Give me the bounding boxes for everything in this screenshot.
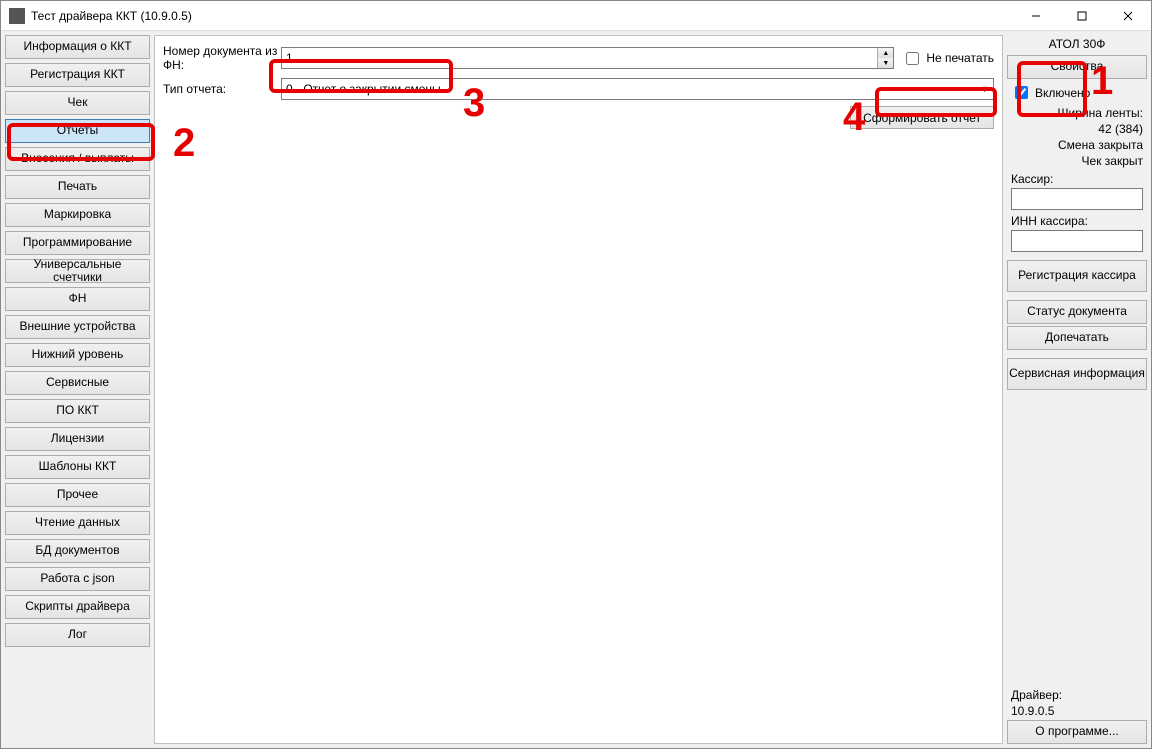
tape-width-label: Ширина ленты: bbox=[1007, 106, 1147, 120]
spin-buttons: ▲ ▼ bbox=[877, 48, 893, 68]
no-print-checkbox[interactable] bbox=[906, 52, 919, 65]
shift-status: Смена закрыта bbox=[1007, 138, 1147, 152]
report-type-value: 0 - Отчет о закрытии смены bbox=[286, 82, 441, 96]
doc-number-label: Номер документа из ФН: bbox=[163, 44, 281, 72]
sidebar-item-13[interactable]: ПО ККТ bbox=[5, 399, 150, 423]
sidebar-item-4[interactable]: Внесения / выплаты bbox=[5, 147, 150, 171]
device-name: АТОЛ 30Ф bbox=[1007, 35, 1147, 53]
reprint-button[interactable]: Допечатать bbox=[1007, 326, 1147, 350]
inn-label: ИНН кассира: bbox=[1007, 212, 1147, 228]
minimize-button[interactable] bbox=[1013, 1, 1059, 31]
driver-label: Драйвер: bbox=[1007, 688, 1147, 702]
sidebar-item-17[interactable]: Чтение данных bbox=[5, 511, 150, 535]
app-window: Тест драйвера ККТ (10.9.0.5) Информация … bbox=[0, 0, 1152, 749]
sidebar-item-16[interactable]: Прочее bbox=[5, 483, 150, 507]
sidebar-item-2[interactable]: Чек bbox=[5, 91, 150, 115]
doc-number-field[interactable]: ▲ ▼ bbox=[281, 47, 894, 69]
titlebar: Тест драйвера ККТ (10.9.0.5) bbox=[1, 1, 1151, 31]
service-info-button[interactable]: Сервисная информация bbox=[1007, 358, 1147, 390]
spin-down-button[interactable]: ▼ bbox=[878, 58, 893, 68]
sidebar-item-6[interactable]: Маркировка bbox=[5, 203, 150, 227]
about-button[interactable]: О программе... bbox=[1007, 720, 1147, 744]
driver-version: 10.9.0.5 bbox=[1007, 704, 1147, 718]
sidebar-item-19[interactable]: Работа с json bbox=[5, 567, 150, 591]
properties-button[interactable]: Свойства bbox=[1007, 55, 1147, 79]
sidebar-item-1[interactable]: Регистрация ККТ bbox=[5, 63, 150, 87]
main-panel: Номер документа из ФН: ▲ ▼ Не печатать Т… bbox=[154, 35, 1003, 744]
report-type-dropdown[interactable]: 0 - Отчет о закрытии смены ▼ bbox=[281, 78, 994, 100]
client-area: Информация о ККТ Регистрация ККТ Чек Отчеты… bbox=[1, 31, 1151, 748]
no-print-checkbox-row[interactable]: Не печатать bbox=[902, 49, 994, 68]
doc-status-button[interactable]: Статус документа bbox=[1007, 300, 1147, 324]
sidebar-item-21[interactable]: Лог bbox=[5, 623, 150, 647]
sidebar-item-3[interactable]: Отчеты bbox=[5, 119, 150, 143]
sidebar: Информация о ККТ Регистрация ККТ Чек Отчеты… bbox=[5, 35, 150, 744]
spin-up-button[interactable]: ▲ bbox=[878, 48, 893, 58]
sidebar-item-7[interactable]: Программирование bbox=[5, 231, 150, 255]
window-buttons bbox=[1013, 1, 1151, 31]
inn-input[interactable] bbox=[1011, 230, 1143, 252]
tape-width-value: 42 (384) bbox=[1007, 122, 1147, 136]
enabled-label: Включено bbox=[1035, 86, 1090, 100]
enabled-checkbox[interactable] bbox=[1015, 86, 1028, 99]
sidebar-item-14[interactable]: Лицензии bbox=[5, 427, 150, 451]
chevron-down-icon: ▼ bbox=[980, 84, 989, 94]
sidebar-item-20[interactable]: Скрипты драйвера bbox=[5, 595, 150, 619]
app-icon bbox=[9, 8, 25, 24]
sidebar-item-0[interactable]: Информация о ККТ bbox=[5, 35, 150, 59]
cheque-status: Чек закрыт bbox=[1007, 154, 1147, 168]
no-print-label: Не печатать bbox=[926, 51, 994, 65]
cashier-input[interactable] bbox=[1011, 188, 1143, 210]
sidebar-item-5[interactable]: Печать bbox=[5, 175, 150, 199]
sidebar-item-12[interactable]: Сервисные bbox=[5, 371, 150, 395]
close-button[interactable] bbox=[1105, 1, 1151, 31]
maximize-button[interactable] bbox=[1059, 1, 1105, 31]
sidebar-item-9[interactable]: ФН bbox=[5, 287, 150, 311]
sidebar-item-18[interactable]: БД документов bbox=[5, 539, 150, 563]
enabled-checkbox-row[interactable]: Включено bbox=[1007, 81, 1147, 104]
window-title: Тест драйвера ККТ (10.9.0.5) bbox=[31, 9, 1013, 23]
register-cashier-button[interactable]: Регистрация кассира bbox=[1007, 260, 1147, 292]
sidebar-item-8[interactable]: Универсальные счетчики bbox=[5, 259, 150, 283]
generate-report-button[interactable]: Сформировать отчет bbox=[850, 106, 994, 129]
right-panel: АТОЛ 30Ф Свойства Включено Ширина ленты:… bbox=[1007, 35, 1147, 744]
cashier-label: Кассир: bbox=[1007, 170, 1147, 186]
sidebar-item-10[interactable]: Внешние устройства bbox=[5, 315, 150, 339]
report-type-label: Тип отчета: bbox=[163, 82, 281, 96]
doc-number-input[interactable] bbox=[282, 48, 877, 68]
sidebar-item-11[interactable]: Нижний уровень bbox=[5, 343, 150, 367]
sidebar-item-15[interactable]: Шаблоны ККТ bbox=[5, 455, 150, 479]
